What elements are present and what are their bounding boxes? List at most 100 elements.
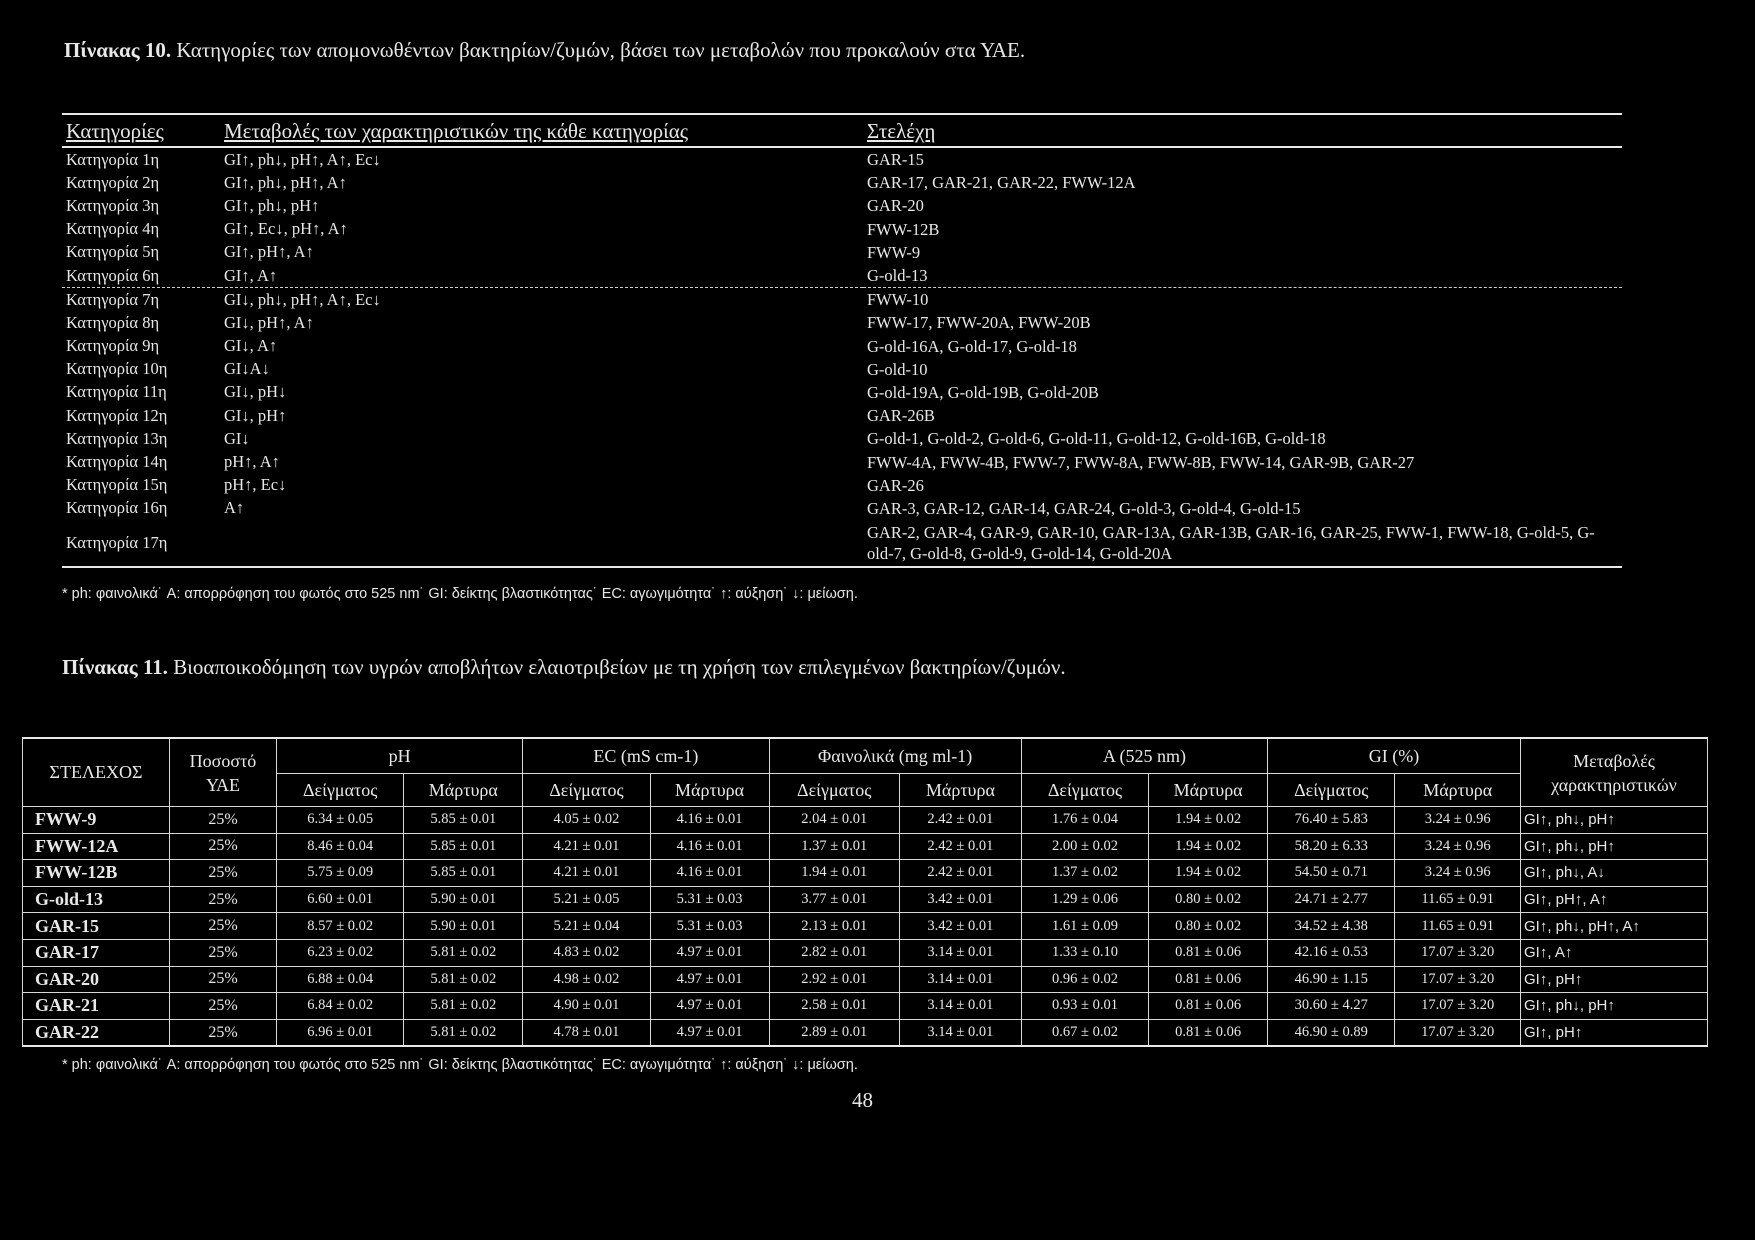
table11-cell-pct: 25%: [169, 992, 277, 1020]
table10-category-cell: Κατηγορία 2η: [66, 172, 160, 192]
table10-category-cell: Κατηγορία 6η: [66, 265, 160, 285]
table10-category-cell: Κατηγορία 7η: [62, 287, 220, 312]
table10-changes-cell: GI↑, pH↑, A↑: [224, 242, 314, 262]
table11-cell-chg: GI↑, pH↑: [1520, 1018, 1708, 1047]
table11-subheader-phenolics-sample: Δείγματος: [768, 773, 900, 807]
table11-cell-a-c: 0.81 ± 0.06: [1148, 992, 1269, 1020]
table11-cell-gi-s: 30.60 ± 4.27: [1267, 992, 1396, 1020]
table11-header-percent: Ποσοστό ΥΑΕ: [169, 737, 277, 807]
table11-subheader-ec-sample: Δείγματος: [522, 773, 651, 807]
table11-header-ph: pH: [275, 737, 524, 774]
table10-category-cell: Κατηγορία 17η: [62, 520, 220, 568]
table11-cell-a-c: 0.80 ± 0.02: [1148, 885, 1269, 914]
table11-row: FWW-9 25% 6.34 ± 0.05 5.85 ± 0.01 4.05 ± 0.0…: [22, 806, 1708, 834]
table10-header-category: Κατηγορίες: [62, 113, 220, 148]
table11-cell-gi-c: 11.65 ± 0.91: [1394, 912, 1521, 940]
table10-strains-cell: GAR-17, GAR-21, GAR-22, FWW-12A: [867, 173, 1136, 193]
table11-cell-chg: GI↑, ph↓, A↓: [1520, 859, 1708, 887]
table11-cell-phen-c: 2.42 ± 0.01: [898, 832, 1022, 861]
table10-row: Κατηγορία 2η GI↑, ph↓, pH↑, A↑ GAR-17, GAR…: [62, 171, 1622, 194]
table10-changes-cell: GI↓, pH↑, A↑: [224, 312, 314, 332]
table11-cell-phen-c: 3.14 ± 0.01: [898, 938, 1022, 967]
table11-cell-ph-c: 5.90 ± 0.01: [403, 912, 524, 940]
table11-caption-label: Πίνακας 11.: [62, 655, 168, 679]
table10-category-cell: Κατηγορία 10η: [66, 359, 168, 379]
table11-cell-ec-s: 5.21 ± 0.04: [522, 912, 651, 940]
table11-header-phenolics: Φαινολικά (mg ml-1): [768, 737, 1022, 774]
table11-cell-ph-s: 6.60 ± 0.01: [275, 885, 405, 914]
table11-cell-phen-s: 1.37 ± 0.01: [768, 832, 900, 861]
table10-body: Κατηγορία 1η GI↑, ph↓, pH↑, A↑, Ec↓ GAR-15…: [62, 147, 1622, 568]
table10-strains-cell: FWW-17, FWW-20A, FWW-20B: [867, 313, 1091, 333]
table11-footnote: * ph: φαινολικά˙ A: απορρόφηση του φωτός…: [62, 1057, 858, 1073]
table11-subheader-absorbance-control: Μάρτυρα: [1148, 773, 1269, 807]
table10-strains-cell: G-old-1, G-old-2, G-old-6, G-old-11, G-o…: [867, 429, 1326, 449]
table10-strains-cell: G-old-16A, G-old-17, G-old-18: [867, 336, 1077, 356]
table11-cell-ec-s: 4.83 ± 0.02: [522, 938, 651, 967]
table11-cell-ph-s: 5.75 ± 0.09: [275, 859, 405, 887]
table11-cell-gi-s: 76.40 ± 5.83: [1267, 806, 1396, 834]
table11-cell-ph-s: 6.84 ± 0.02: [275, 992, 405, 1020]
table11-cell-gi-c: 17.07 ± 3.20: [1394, 938, 1521, 967]
table11-subheader-ph-control: Μάρτυρα: [403, 773, 524, 807]
table10-changes-cell: GI↓A↓: [224, 359, 270, 379]
table11-cell-a-c: 0.80 ± 0.02: [1148, 912, 1269, 940]
table10-changes-cell: GI↓, pH↑: [224, 405, 287, 425]
table11-cell-gi-s: 54.50 ± 0.71: [1267, 859, 1396, 887]
table11-cell-phen-s: 2.92 ± 0.01: [768, 965, 900, 994]
table10-strains-cell: GAR-2, GAR-4, GAR-9, GAR-10, GAR-13A, GA…: [863, 520, 1622, 568]
table11-cell-a-c: 0.81 ± 0.06: [1148, 1018, 1269, 1047]
table11-cell-chg: GI↑, A↑: [1520, 938, 1708, 967]
table10-caption-label: Πίνακας 10.: [64, 38, 172, 62]
table11-cell-ec-c: 4.16 ± 0.01: [649, 859, 770, 887]
table11-cell-ec-c: 4.16 ± 0.01: [649, 806, 770, 834]
table11-cell-ph-c: 5.90 ± 0.01: [403, 885, 524, 914]
table11-cell-pct: 25%: [169, 1018, 277, 1047]
table11-cell-a-c: 1.94 ± 0.02: [1148, 806, 1269, 834]
table11-cell-a-c: 0.81 ± 0.06: [1148, 938, 1269, 967]
table10-row: Κατηγορία 3η GI↑, ph↓, pH↑ GAR-20: [62, 194, 1622, 217]
table11-caption-text: Βιοαποικοδόμηση των υγρών αποβλήτων ελαι…: [173, 655, 1066, 679]
table10-header-changes: Μεταβολές των χαρακτηριστικών της κάθε κ…: [220, 113, 863, 148]
table11-cell-phen-c: 2.42 ± 0.01: [898, 806, 1022, 834]
table11-cell-strain: G-old-13: [22, 885, 170, 914]
table10-header-strains: Στελέχη: [863, 113, 1622, 148]
table11-cell-ph-c: 5.81 ± 0.02: [403, 938, 524, 967]
table11-cell-ec-s: 4.21 ± 0.01: [522, 859, 651, 887]
table11-header-changes: Μεταβολές χαρακτηριστικών: [1520, 737, 1708, 807]
table11-cell-pct: 25%: [169, 912, 277, 940]
table11-cell-gi-c: 17.07 ± 3.20: [1394, 992, 1521, 1020]
table11-cell-phen-c: 3.14 ± 0.01: [898, 965, 1022, 994]
table11-cell-ec-s: 5.21 ± 0.05: [522, 885, 651, 914]
table10-strains-cell: GAR-3, GAR-12, GAR-14, GAR-24, G-old-3, …: [867, 498, 1301, 518]
table10-category-cell: Κατηγορία 9η: [66, 336, 160, 356]
table11-cell-phen-s: 2.04 ± 0.01: [768, 806, 900, 834]
table11-cell-a-s: 1.33 ± 0.10: [1020, 938, 1150, 967]
table10-row: Κατηγορία 17η GAR-2, GAR-4, GAR-9, GAR-10…: [62, 520, 1622, 568]
table10-strains-cell: G-old-19A, G-old-19B, G-old-20B: [867, 382, 1099, 402]
table11-cell-gi-c: 3.24 ± 0.96: [1394, 806, 1521, 834]
table10-row: Κατηγορία 15η pH↑, Ec↓ GAR-26: [62, 474, 1622, 497]
page-number: 48: [852, 1088, 873, 1112]
table10-footnote: * ph: φαινολικά˙ A: απορρόφηση του φωτός…: [62, 586, 858, 602]
table10-changes-cell: GI↑, Ec↓, pH↑, A↑: [224, 219, 348, 239]
table10-changes-cell: GI↓, ph↓, pH↑, A↑, Ec↓: [220, 287, 863, 312]
table11-header-gi: GI (%): [1267, 737, 1521, 774]
table10-category-cell: Κατηγορία 15η: [66, 475, 168, 495]
table11-cell-a-c: 1.94 ± 0.02: [1148, 859, 1269, 887]
table10-strains-cell: G-old-10: [867, 359, 928, 379]
table11-cell-chg: GI↑, ph↓, pH↑, A↑: [1520, 912, 1708, 940]
table11-cell-ph-c: 5.81 ± 0.02: [403, 965, 524, 994]
table10-changes-cell: GI↑, ph↓, pH↑, A↑: [224, 172, 347, 192]
table11-cell-ec-c: 4.16 ± 0.01: [649, 832, 770, 861]
table10-category-cell: Κατηγορία 12η: [66, 405, 168, 425]
table11-cell-phen-c: 3.42 ± 0.01: [898, 885, 1022, 914]
table11-cell-ec-c: 4.97 ± 0.01: [649, 965, 770, 994]
table11-caption: Πίνακας 11. Βιοαποικοδόμηση των υγρών απ…: [62, 655, 1066, 680]
table11-cell-ec-c: 5.31 ± 0.03: [649, 912, 770, 940]
table10-row: Κατηγορία 4η GI↑, Ec↓, pH↑, A↑ FWW-12B: [62, 218, 1622, 241]
table11-cell-ph-c: 5.85 ± 0.01: [403, 859, 524, 887]
table10-row: Κατηγορία 11η GI↓, pH↓ G-old-19A, G-old-19…: [62, 381, 1622, 404]
table10-strains-cell: FWW-9: [867, 242, 921, 262]
table10-strains-cell: FWW-4A, FWW-4B, FWW-7, FWW-8A, FWW-8B, F…: [867, 452, 1415, 472]
